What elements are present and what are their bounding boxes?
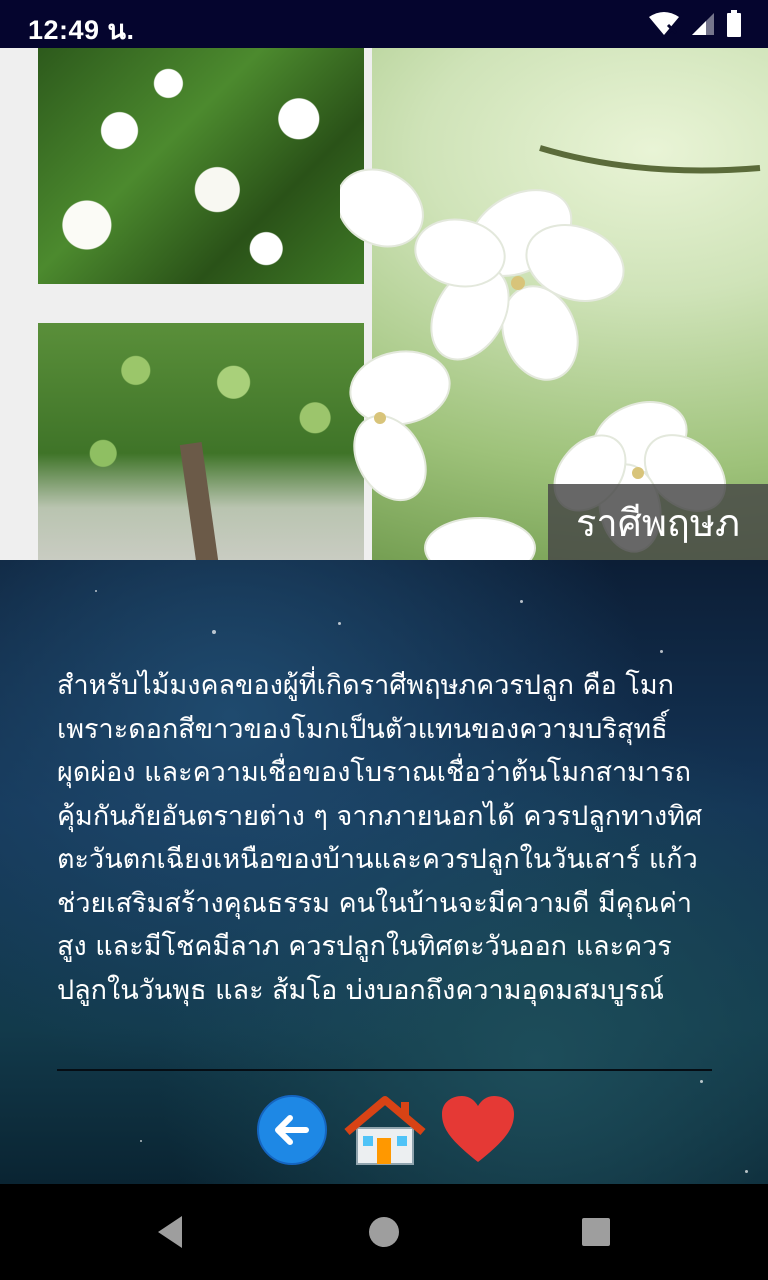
content-area: สำหรับไม้มงคลของผู้ที่เกิดราศีพฤษภควรปลู… <box>0 560 768 1184</box>
nav-recents-icon[interactable] <box>574 1210 618 1254</box>
divider <box>57 1069 712 1071</box>
back-button[interactable] <box>256 1094 328 1166</box>
zodiac-caption: ราศีพฤษภ <box>548 484 768 560</box>
favorite-button[interactable] <box>440 1094 516 1166</box>
home-button[interactable] <box>343 1094 427 1166</box>
heart-icon <box>442 1096 514 1162</box>
pomelo-tree-photo <box>38 323 364 560</box>
nav-back-icon[interactable] <box>150 1210 194 1254</box>
nav-home-icon[interactable] <box>362 1210 406 1254</box>
description-text: สำหรับไม้มงคลของผู้ที่เกิดราศีพฤษภควรปลู… <box>57 670 703 1006</box>
jasmine-bush-photo <box>38 48 364 284</box>
system-nav-bar <box>0 1184 768 1280</box>
battery-icon <box>727 10 741 37</box>
status-time: 12:49 น. <box>28 15 135 45</box>
status-icons <box>648 10 742 38</box>
hero-image: ราศีพฤษภ <box>0 48 768 560</box>
signal-icon <box>692 13 714 35</box>
action-bar <box>0 1094 768 1168</box>
wifi-icon <box>649 12 679 35</box>
house-icon <box>344 1096 426 1165</box>
arrow-left-icon <box>257 1095 327 1165</box>
status-bar: 12:49 น. <box>0 0 768 48</box>
